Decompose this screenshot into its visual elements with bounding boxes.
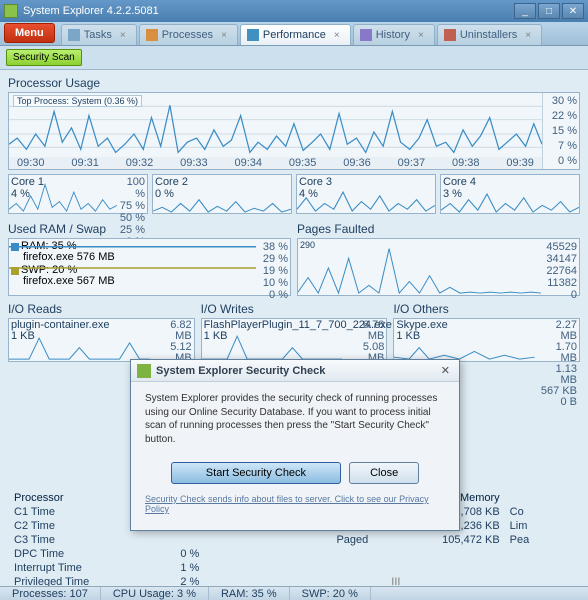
io-reads-chart: plugin-container.exe1 KB 6.82 MB5.12 MB3…	[8, 318, 195, 362]
tab-uninstallers[interactable]: Uninstallers ×	[437, 24, 542, 45]
io-others-chart: Skype.exe1 KB 2.27 MB1.70 MB1.13 MB567 K…	[393, 318, 580, 362]
performance-icon	[247, 29, 259, 41]
tab-close-icon[interactable]: ×	[418, 30, 424, 41]
tab-close-icon[interactable]: ×	[120, 30, 126, 41]
start-security-check-button[interactable]: Start Security Check	[171, 462, 341, 484]
tab-tasks[interactable]: Tasks ×	[61, 24, 137, 45]
ram-swap-chart: RAM: 35 %firefox.exe 576 MB SWP: 20 %fir…	[8, 238, 291, 296]
status-cpu: CPU Usage: 3 %	[101, 587, 209, 600]
tab-bar: Menu Tasks × Processes × Performance × H…	[0, 22, 588, 46]
shield-icon	[137, 364, 151, 378]
core-4-chart: Core 43 %	[440, 174, 580, 214]
tab-label: Processes	[162, 29, 213, 41]
status-processes: Processes: 107	[0, 587, 101, 600]
status-ram: RAM: 35 %	[209, 587, 290, 600]
security-check-dialog: System Explorer Security Check ✕ System …	[130, 359, 460, 531]
dialog-titlebar: System Explorer Security Check ✕	[131, 360, 459, 382]
tab-close-icon[interactable]: ×	[334, 30, 340, 41]
status-bar: Processes: 107 CPU Usage: 3 % RAM: 35 % …	[0, 586, 588, 600]
uninstallers-icon	[444, 29, 456, 41]
history-icon	[360, 29, 372, 41]
dialog-body: System Explorer provides the security ch…	[131, 382, 459, 456]
tab-label: Uninstallers	[460, 29, 517, 41]
tab-label: Performance	[263, 29, 326, 41]
core-1-chart: Core 14 % 100 %75 %50 %25 %0 %	[8, 174, 148, 214]
section-io-reads: I/O Reads	[8, 302, 195, 316]
window-title: System Explorer 4.2.2.5081	[23, 5, 512, 17]
top-process-label: Top Process: System (0.36 %)	[13, 95, 142, 107]
section-io-others: I/O Others	[393, 302, 580, 316]
core-3-chart: Core 34 %	[296, 174, 436, 214]
tab-label: History	[376, 29, 410, 41]
dialog-close-icon[interactable]: ✕	[438, 364, 453, 377]
tasks-icon	[68, 29, 80, 41]
privacy-policy-link[interactable]: Security Check sends info about files to…	[131, 490, 459, 518]
tab-label: Tasks	[84, 29, 112, 41]
y-axis: 30 %22 %15 %7 %0 %	[543, 93, 579, 169]
toolbar: Security Scan	[0, 46, 588, 70]
tab-close-icon[interactable]: ×	[221, 30, 227, 41]
minimize-button[interactable]: _	[514, 3, 536, 19]
window-titlebar: System Explorer 4.2.2.5081 _ □ ✕	[0, 0, 588, 22]
close-button[interactable]: Close	[349, 462, 419, 484]
tab-close-icon[interactable]: ×	[525, 30, 531, 41]
dialog-title: System Explorer Security Check	[156, 365, 438, 377]
section-io-writes: I/O Writes	[201, 302, 388, 316]
x-axis: 09:3009:3109:3209:3309:3409:3509:3609:37…	[9, 157, 542, 169]
security-scan-button[interactable]: Security Scan	[6, 49, 82, 66]
status-swp: SWP: 20 %	[290, 587, 371, 600]
core-2-chart: Core 20 %	[152, 174, 292, 214]
tab-history[interactable]: History ×	[353, 24, 435, 45]
cores-row: Core 14 % 100 %75 %50 %25 %0 % Core 20 %…	[8, 174, 580, 214]
tab-performance[interactable]: Performance ×	[240, 24, 351, 45]
close-button[interactable]: ✕	[562, 3, 584, 19]
pages-faulted-chart: 290 455293414722764113820	[297, 238, 580, 296]
menu-button[interactable]: Menu	[4, 23, 55, 43]
tab-processes[interactable]: Processes ×	[139, 24, 238, 45]
app-icon	[4, 4, 18, 18]
processes-icon	[146, 29, 158, 41]
section-pages-faulted: Pages Faulted	[297, 222, 580, 236]
section-processor-usage: Processor Usage	[8, 76, 580, 90]
section-used-ram: Used RAM / Swap	[8, 222, 291, 236]
processor-usage-chart: Top Process: System (0.36 %) 09:3009:310…	[8, 92, 580, 170]
io-writes-chart: FlashPlayerPlugin_11_7_700_224.exe1 KB 6…	[201, 318, 388, 362]
maximize-button[interactable]: □	[538, 3, 560, 19]
